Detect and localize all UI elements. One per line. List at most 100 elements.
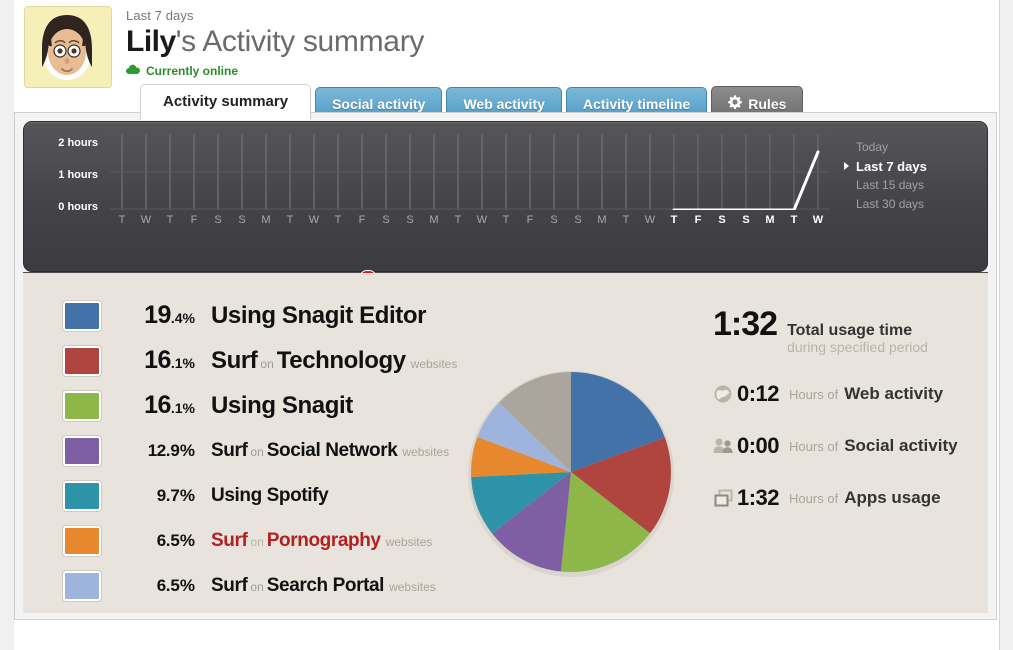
page-title-user: Lily [126,25,176,58]
activity-percentage-dec: .5% [165,575,195,595]
activity-description: Using Spotify [211,485,329,507]
x-tick-label: T [454,214,462,226]
legend-color-swatch [63,345,101,376]
range-option-last-30-days[interactable]: Last 30 days [844,195,974,214]
page-header: Last 7 days Lily's Activity summary Curr… [14,0,999,120]
x-tick-label: F [190,214,198,226]
stat-value: 0:12 [737,381,780,406]
activity-legend-row[interactable]: 19.4% Using Snagit Editor [63,293,493,338]
activity-percentage: 19.4% [117,301,195,330]
x-tick-label: W [476,214,488,226]
x-tick-label: S [574,214,582,226]
activity-description: Surf on Technology websites [211,347,457,375]
stat-total-usage: 1:32 Total usage time during specified p… [713,307,983,355]
activity-percentage-int: 9 [156,485,166,505]
activity-legend-row[interactable]: 6.5% Surf on Search Portal websites [63,563,493,608]
tab-label: Social activity [332,96,426,112]
activity-percentage: 6.5% [117,576,195,596]
x-tick-label: M [765,214,775,226]
activity-suffix: websites [389,579,436,594]
tab-label: Activity summary [163,93,289,110]
online-status-label: Currently online [146,64,239,78]
activity-connector: on [250,444,264,459]
activity-percentage-int: 12 [147,440,166,460]
gear-icon [728,95,743,112]
globe-icon [713,384,733,404]
tab-activity-summary[interactable]: Activity summary [140,84,312,120]
x-tick-label: W [308,214,320,226]
activity-pie-chart [466,367,676,577]
windows-icon [713,488,733,508]
page-title-suffix: 's Activity summary [175,25,425,58]
x-tick-label: T [670,214,678,226]
legend-color-swatch [63,570,101,601]
activity-suffix: websites [410,356,458,371]
activity-verb: Surf [211,574,248,596]
legend-color-swatch [63,300,101,331]
activity-legend-row[interactable]: 16.1% Using Snagit [63,383,493,428]
tab-label: Rules [748,95,787,112]
avatar[interactable] [24,6,112,88]
x-tick-label: F [694,214,702,226]
legend-color-swatch [63,435,101,466]
chart-x-axis: TWTFSSMTWTFSSMTWTFSSMTWTFSSMTW [110,214,830,227]
x-tick-label: T [166,214,174,226]
header-text-block: Last 7 days Lily's Activity summary Curr… [126,8,424,80]
activity-percentage-dec: .1% [170,400,195,416]
activity-percentage: 16.1% [117,391,195,420]
activity-percentage-dec: .7% [165,485,195,505]
x-tick-label: F [358,214,366,226]
legend-color-swatch [63,480,101,511]
activity-percentage-dec: .4% [170,310,195,326]
y-tick-label: 0 hours [58,201,98,213]
x-tick-label: T [502,214,510,226]
activity-legend-row[interactable]: 9.7% Using Spotify [63,473,493,518]
activity-percentage: 9.7% [117,486,195,506]
activity-connector: on [250,534,264,549]
date-range-selector: Today Last 7 days Last 15 days Last 30 d… [844,138,974,214]
activity-legend-list: 19.4% Using Snagit Editor 16.1% Surf on Techn… [63,293,493,608]
activity-legend-row[interactable]: 6.5% Surf on Pornography websites [63,518,493,563]
stat-value: 1:32 [737,485,780,510]
activity-target: Social Network [266,439,398,461]
page-footer [14,620,999,650]
activity-description: Surf on Search Portal websites [211,575,436,597]
activity-suffix: websites [402,444,450,459]
range-option-last-15-days[interactable]: Last 15 days [844,176,974,195]
x-tick-label: T [622,214,630,226]
people-icon [713,436,733,456]
range-option-today[interactable]: Today [844,138,974,157]
page-rail-right [999,0,1013,650]
stat-prefix: Hours of [789,386,839,402]
x-tick-label: S [382,214,390,226]
activity-verb: Surf [211,346,258,374]
x-tick-label: S [406,214,414,226]
activity-target: Search Portal [266,574,385,596]
stat-value: 0:00 [737,433,780,458]
x-tick-label: F [526,214,534,226]
chart-plot-area [110,134,830,210]
page-title: Lily's Activity summary [126,25,424,59]
activity-verb: Surf [211,439,248,461]
y-tick-label: 2 hours [58,137,98,149]
activity-percentage-int: 19 [144,301,171,329]
x-tick-label: S [214,214,222,226]
range-option-last-7-days[interactable]: Last 7 days [844,157,974,176]
x-tick-label: S [550,214,558,226]
x-tick-label: T [118,214,126,226]
usage-stats-panel: 1:32 Total usage time during specified p… [713,307,983,511]
activity-target: Using Snagit [211,391,353,419]
x-tick-label: T [790,214,798,226]
activity-percentage-int: 16 [144,391,171,419]
activity-percentage-dec: .5% [165,530,195,550]
content-frame: 2 hours 1 hours 0 hours T W T F S S M T W T F S S M T W… [14,112,997,620]
legend-color-swatch [63,390,101,421]
stat-name: Apps usage [844,488,941,507]
activity-description: Using Snagit Editor [211,302,426,330]
activity-connector: on [260,356,274,371]
activity-legend-row[interactable]: 16.1% Surf on Technology websites [63,338,493,383]
activity-percentage: 6.5% [117,531,195,551]
activity-legend-row[interactable]: 12.9% Surf on Social Network websites [63,428,493,473]
stat-prefix: Hours of [789,438,839,454]
activity-percentage: 12.9% [117,441,195,461]
